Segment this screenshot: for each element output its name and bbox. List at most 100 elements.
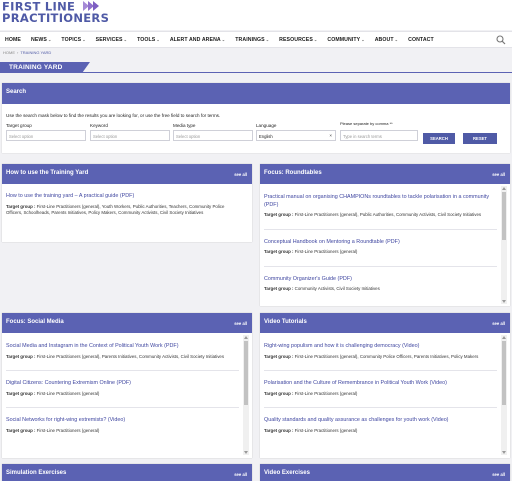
clear-icon[interactable]: ×	[329, 133, 332, 138]
breadcrumb: HOME › TRAINING YARD	[3, 50, 51, 55]
card-title: Focus: Social Media	[6, 319, 64, 325]
media-type-select[interactable]: Select option	[173, 130, 253, 141]
resource-link[interactable]: Digital Citizens: Countering Extremism O…	[6, 380, 239, 388]
target-group-text: Target group : Community Activists, Civi…	[264, 286, 497, 293]
scrollbar-thumb[interactable]	[244, 341, 248, 405]
search-heading: Search	[2, 83, 510, 104]
keyword-select[interactable]: Select option	[90, 130, 170, 141]
list-item: Polarisation and the Culture of Remembra…	[264, 380, 497, 397]
scroll-up-icon[interactable]	[244, 336, 248, 339]
resource-link[interactable]: Community Organizer's Guide (PDF)	[264, 276, 497, 284]
target-group-value: First-Line Practitioners (general)	[294, 427, 358, 433]
scroll-down-icon[interactable]	[244, 451, 248, 454]
nav-item-topics[interactable]: TOPICS⌄	[56, 37, 90, 43]
nav-item-contact[interactable]: CONTACT	[403, 37, 439, 43]
target-group-text: Target group : First-Line Practitioners …	[264, 212, 497, 219]
resource-link[interactable]: Quality standards and quality assurance …	[264, 417, 497, 425]
card-header: Simulation Exercises see all	[2, 464, 252, 481]
target-group-text: Target group : First-Line Practitioners …	[264, 249, 497, 256]
reset-button[interactable]: RESET	[463, 133, 497, 144]
keyword-label: Keyword	[90, 123, 108, 128]
nav-label: SERVICES	[95, 36, 123, 43]
list-item: Conceptual Handbook on Mentoring a Round…	[264, 239, 497, 256]
card-title: How to use the Training Yard	[6, 170, 89, 176]
resource-link[interactable]: Social Media and Instagram in the Contex…	[6, 343, 239, 351]
target-group-select[interactable]: Select option	[6, 130, 86, 141]
target-group-key: Target group :	[6, 390, 36, 396]
see-all-link[interactable]: see all	[492, 472, 505, 477]
scroll-up-icon[interactable]	[502, 336, 506, 339]
divider	[6, 370, 239, 372]
search-icon[interactable]	[496, 35, 506, 45]
card-list: Social Media and Instagram in the Contex…	[2, 333, 252, 434]
card-how-to-use: How to use the Training Yard see all How…	[2, 164, 252, 242]
resource-link[interactable]: How to use the training yard – A practic…	[6, 193, 239, 201]
card-video-tutorials: Video Tutorials see all Right-wing popul…	[260, 313, 510, 458]
resource-link[interactable]: Social Networks for right-wing extremist…	[6, 417, 239, 425]
target-group-value: First-Line Practitioners (general)	[294, 249, 358, 255]
card-simulation-exercises: Simulation Exercises see all	[2, 464, 252, 481]
nav-item-services[interactable]: SERVICES⌄	[91, 37, 132, 43]
list-item: Community Organizer's Guide (PDF) Target…	[264, 276, 497, 293]
scrollbar-thumb[interactable]	[502, 192, 506, 240]
target-group-text: Target group : First-Line Practitioners …	[6, 354, 239, 361]
target-group-value: First-Line Practitioners (general)	[36, 427, 100, 433]
nav-label: CONTACT	[408, 36, 434, 43]
card-header: Video Tutorials see all	[260, 313, 510, 333]
target-group-key: Target group :	[264, 249, 294, 255]
target-group-text: Target group : First-Line Practitioners …	[264, 428, 497, 435]
nav-item-about[interactable]: ABOUT⌄	[370, 37, 403, 43]
breadcrumb-separator: ›	[17, 50, 19, 55]
card-scrollbar[interactable]	[501, 186, 507, 304]
main-nav: HOME NEWS⌄ TOPICS⌄ SERVICES⌄ TOOLS⌄ ALER…	[0, 31, 512, 48]
see-all-link[interactable]: see all	[234, 472, 247, 477]
page-title-banner: TRAINING YARD	[0, 62, 90, 72]
free-search-label: Please separate by comma **	[340, 121, 393, 126]
language-select[interactable]: English ×	[256, 130, 336, 141]
language-field: Language English ×	[256, 123, 336, 141]
divider	[264, 407, 497, 409]
chevron-down-icon: ⌄	[123, 36, 128, 42]
card-scrollbar[interactable]	[501, 335, 507, 455]
card-title: Video Tutorials	[264, 319, 307, 325]
free-search-input[interactable]: Type in search terms	[340, 130, 418, 141]
card-header: How to use the Training Yard see all	[2, 164, 252, 184]
resource-link[interactable]: Conceptual Handbook on Mentoring a Round…	[264, 239, 497, 247]
card-scrollbar[interactable]	[243, 335, 249, 455]
divider	[264, 265, 497, 267]
target-group-value: First-Line Practitioners (general), Pare…	[36, 353, 225, 359]
nav-item-trainings[interactable]: TRAININGS⌄	[230, 37, 274, 43]
target-group-field: Target group Select option	[6, 123, 86, 141]
nav-item-tools[interactable]: TOOLS⌄	[132, 37, 165, 43]
see-all-link[interactable]: see all	[492, 172, 505, 177]
nav-item-news[interactable]: NEWS⌄	[26, 37, 56, 43]
nav-label: NEWS	[30, 36, 47, 43]
nav-item-community[interactable]: COMMUNITY⌄	[322, 37, 369, 43]
target-group-value: Community Activists, Civil Society Initi…	[294, 286, 380, 292]
scroll-up-icon[interactable]	[502, 187, 506, 190]
search-description: Use the search mask below to find the re…	[6, 113, 221, 118]
target-group-key: Target group :	[264, 390, 294, 396]
card-list: Practical manual on organising CHAMPIONs…	[260, 184, 510, 293]
scrollbar-thumb[interactable]	[502, 341, 506, 405]
divider	[264, 370, 497, 372]
card-header: Focus: Roundtables see all	[260, 164, 510, 184]
target-group-text: Target group : First-Line Practitioners …	[264, 391, 497, 398]
scroll-down-icon[interactable]	[502, 451, 506, 454]
see-all-link[interactable]: see all	[234, 172, 247, 177]
site-logo[interactable]: FIRST LINE PRACTITIONERS	[2, 1, 109, 24]
nav-item-home[interactable]: HOME	[0, 37, 26, 43]
resource-link[interactable]: Polarisation and the Culture of Remembra…	[264, 380, 497, 388]
nav-item-alert-and-arena[interactable]: ALERT AND ARENA⌄	[165, 37, 230, 43]
resource-link[interactable]: Right-wing populism and how it is challe…	[264, 343, 497, 351]
nav-item-resources[interactable]: RESOURCES⌄	[274, 37, 322, 43]
breadcrumb-home[interactable]: HOME	[3, 50, 15, 55]
page-title: TRAINING YARD	[9, 63, 63, 71]
see-all-link[interactable]: see all	[492, 321, 505, 326]
search-button[interactable]: SEARCH	[423, 133, 455, 144]
resource-link[interactable]: Practical manual on organising CHAMPIONs…	[264, 194, 497, 209]
card-header: Focus: Social Media see all	[2, 313, 252, 333]
scroll-down-icon[interactable]	[502, 300, 506, 303]
keyword-field: Keyword Select option	[90, 123, 170, 141]
see-all-link[interactable]: see all	[234, 321, 247, 326]
